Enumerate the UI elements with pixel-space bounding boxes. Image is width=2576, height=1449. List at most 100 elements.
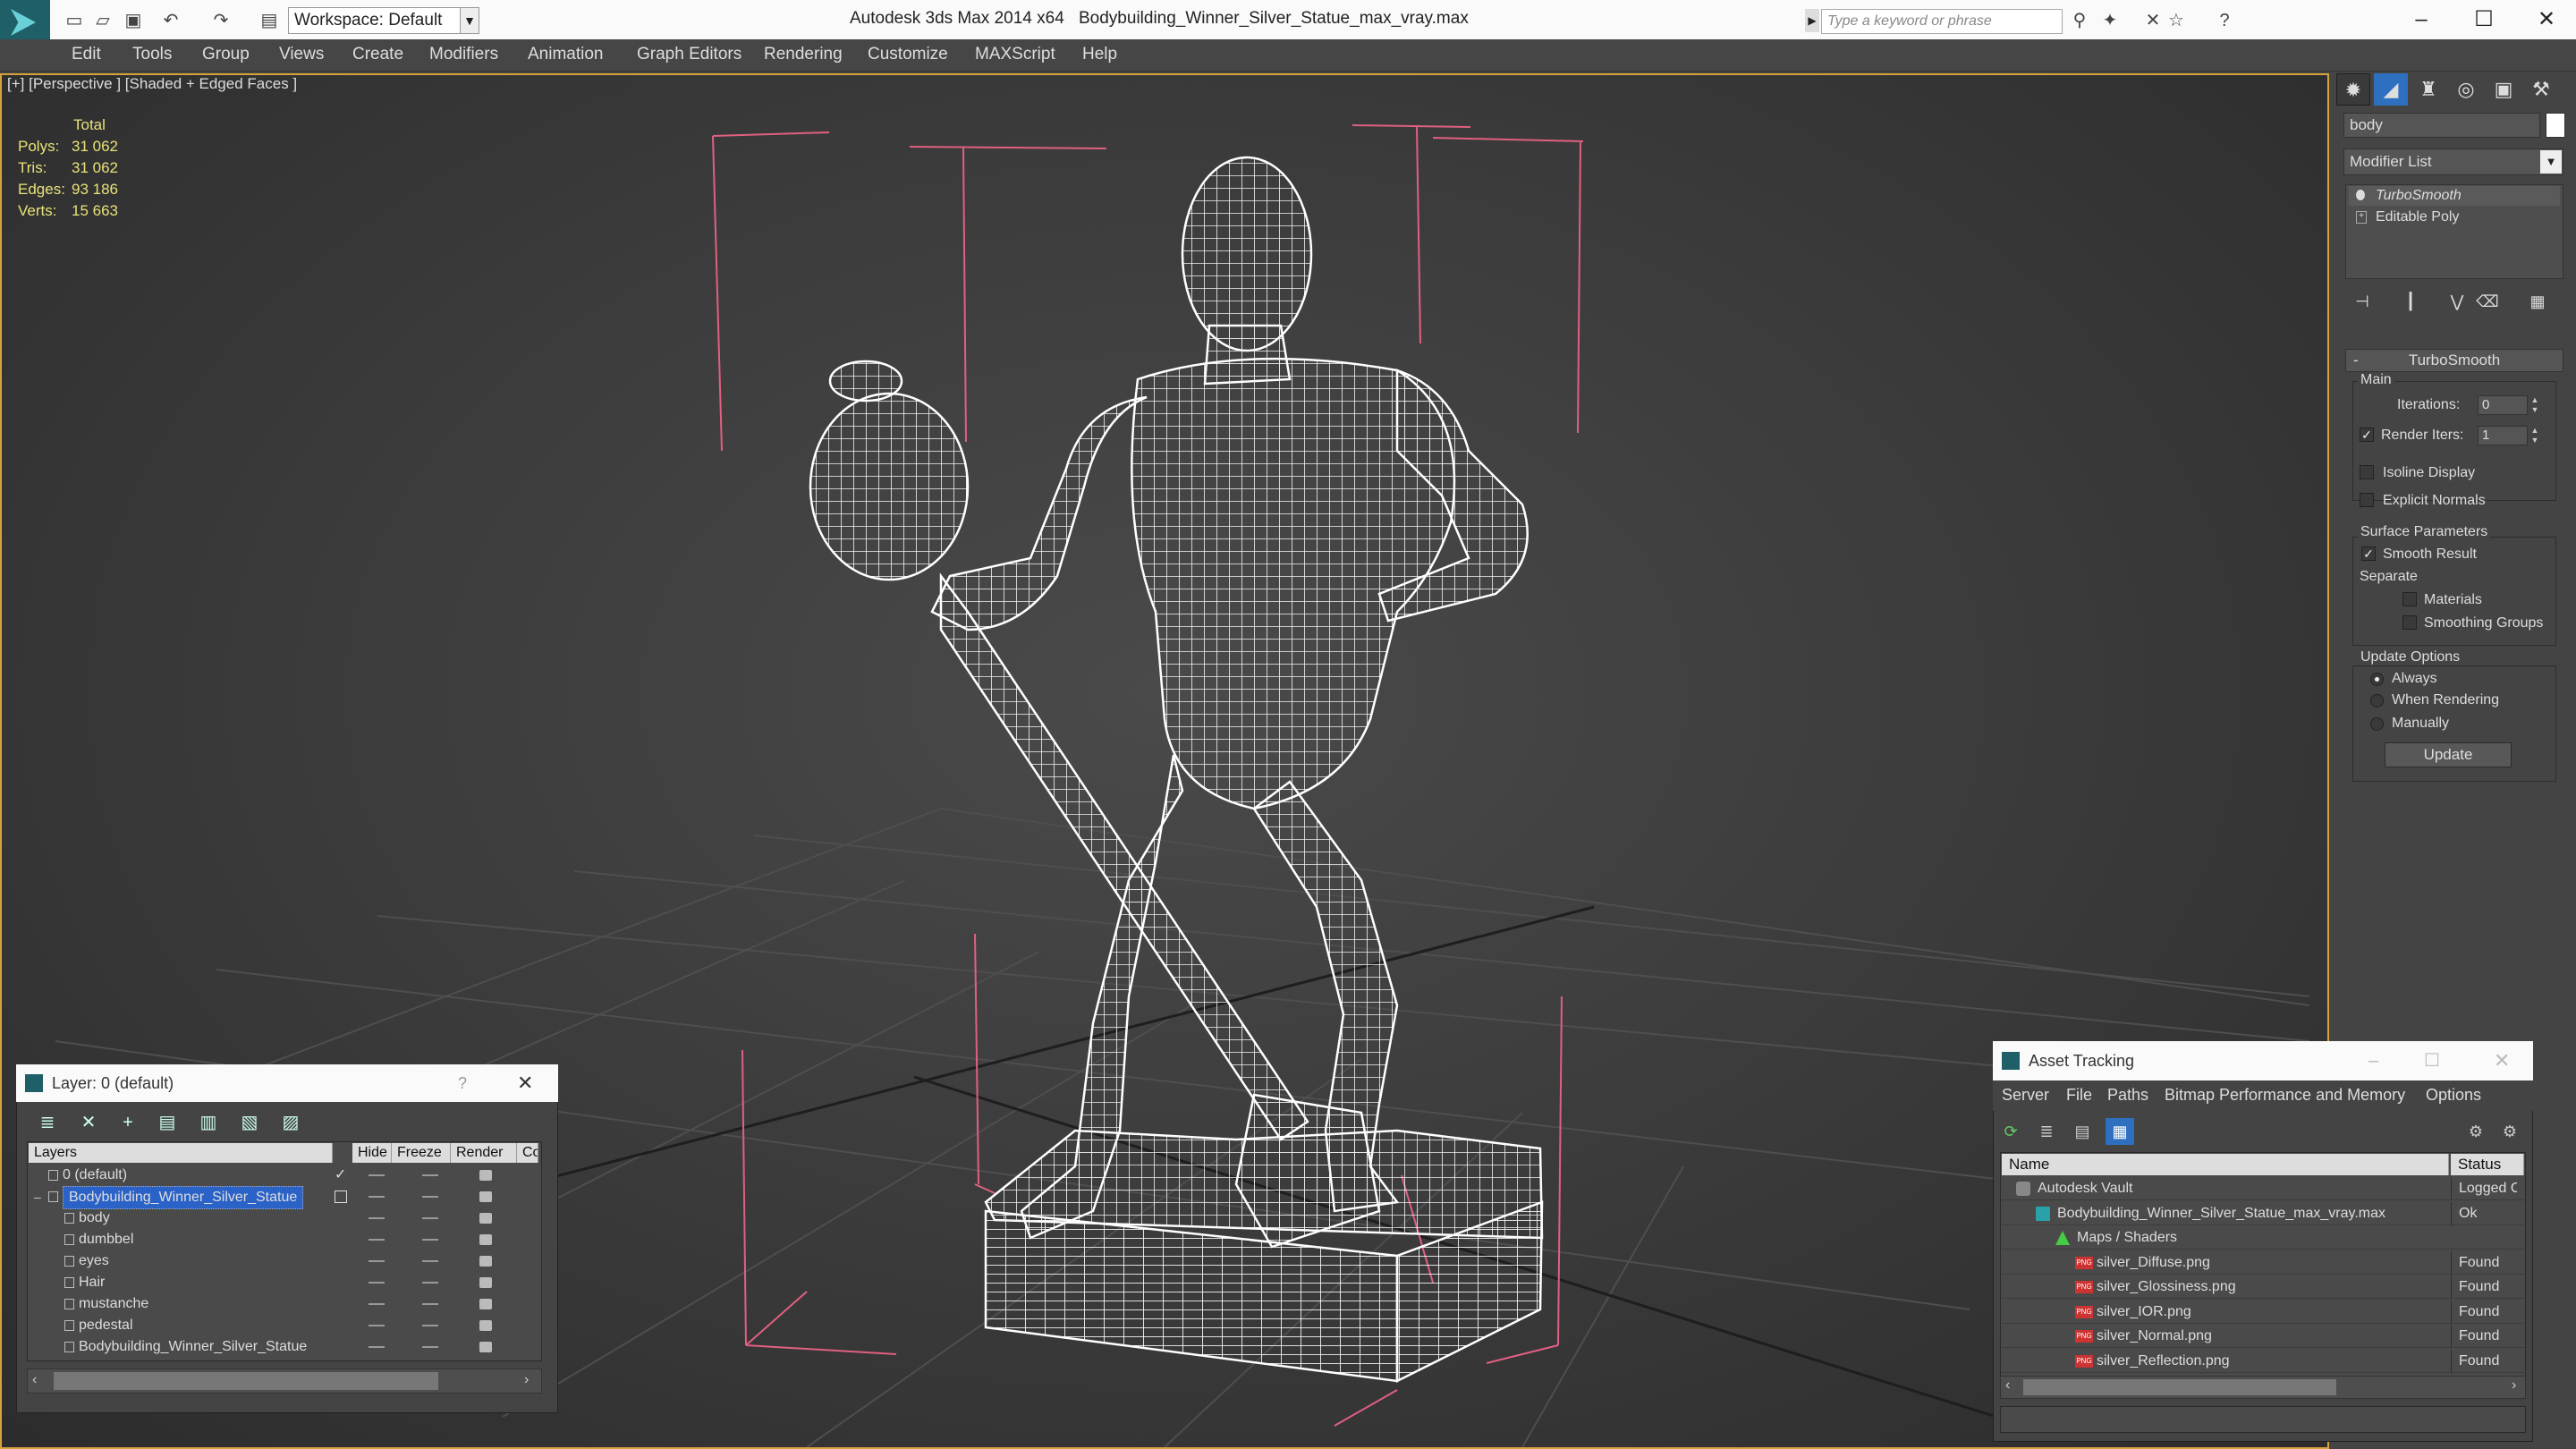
menu-tools[interactable]: Tools [132,45,172,64]
menu-edit[interactable]: Edit [72,45,101,64]
hide-all-icon[interactable]: ▧ [234,1109,265,1136]
asset-row[interactable]: Maps / Shaders [2002,1226,2524,1250]
close-icon[interactable]: ✕ [2494,1041,2510,1080]
vault-options-icon[interactable]: ⚙ [2496,1118,2524,1145]
freeze-toggle[interactable] [422,1174,438,1176]
create-layer-icon[interactable]: ≣ [32,1109,63,1136]
asset-row[interactable]: PNG silver_Glossiness.png Found [2002,1275,2524,1299]
scroll-left-icon[interactable]: ‹ [2005,1377,2010,1394]
when-rendering-radio[interactable] [2370,694,2384,708]
asset-path-field[interactable] [2000,1406,2526,1433]
configure-sets-icon[interactable]: ▦ [2524,288,2551,315]
iterations-spinner[interactable]: 0 [2478,395,2528,415]
minimize-icon[interactable]: – [2368,1041,2378,1080]
freeze-toggle[interactable] [422,1196,438,1198]
stack-item-editable-poly[interactable]: + Editable Poly [2349,208,2560,227]
freeze-toggle[interactable] [422,1325,438,1326]
render-iters-checkbox[interactable]: ✓ [2360,428,2374,442]
layer-row[interactable]: dumbbel [29,1229,538,1250]
hierarchy-tab-icon[interactable]: ♜ [2411,73,2445,106]
delete-layer-icon[interactable]: ✕ [73,1109,104,1136]
hide-toggle[interactable] [369,1346,385,1348]
scroll-right-icon[interactable]: › [2512,1377,2516,1394]
vault-connect-icon[interactable]: ⚙ [2462,1118,2490,1145]
hide-toggle[interactable] [369,1282,385,1284]
subscription-icon[interactable]: ✦ [2100,11,2120,30]
close-icon[interactable]: ✕ [517,1064,533,1102]
column-render[interactable]: Render [451,1143,517,1163]
menu-rendering[interactable]: Rendering [764,45,843,64]
layer-row[interactable]: Hair [29,1272,538,1293]
freeze-toggle[interactable] [422,1282,438,1284]
column-freeze[interactable]: Freeze [392,1143,451,1163]
render-teapot-icon[interactable] [479,1170,492,1181]
asset-menu-paths[interactable]: Paths [2107,1086,2148,1105]
explicit-normals-checkbox[interactable] [2360,493,2374,507]
menu-views[interactable]: Views [279,45,324,64]
smooth-result-checkbox[interactable]: ✓ [2361,547,2376,561]
layer-row[interactable]: body [29,1208,538,1229]
chevron-down-icon[interactable]: ▼ [460,7,479,34]
column-status[interactable]: Status [2451,1154,2524,1175]
highlight-layer-icon[interactable]: ▥ [193,1109,224,1136]
help-icon[interactable]: ? [458,1064,467,1102]
column-name[interactable]: Name [2002,1154,2449,1175]
column-color[interactable]: Co [517,1143,538,1163]
project-folder-icon[interactable]: ▤ [259,11,279,30]
spinner-arrows-icon[interactable]: ▲ ▼ [2529,395,2540,415]
asset-menu-server[interactable]: Server [2002,1086,2049,1105]
detail-view-icon[interactable]: ▤ [2068,1118,2097,1145]
turbosmooth-rollout-header[interactable]: - TurboSmooth [2345,349,2563,372]
hide-toggle[interactable] [369,1325,385,1326]
undo-icon[interactable]: ↶ [161,11,181,30]
asset-menu-file[interactable]: File [2066,1086,2092,1105]
viewport-label[interactable]: [+] [Perspective ] [Shaded + Edged Faces… [7,75,297,93]
layer-row[interactable]: eyes [29,1250,538,1272]
display-tab-icon[interactable]: ▣ [2487,73,2521,106]
utilities-tab-icon[interactable]: ⚒ [2524,73,2558,106]
render-teapot-icon[interactable] [479,1256,492,1267]
hide-toggle[interactable] [369,1217,385,1219]
object-color-swatch[interactable] [2546,113,2565,138]
workspace-select[interactable]: Workspace: Default [288,7,467,34]
remove-modifier-icon[interactable]: ⌫ [2474,288,2501,315]
freeze-toggle[interactable] [422,1346,438,1348]
asset-row[interactable]: PNG silver_IOR.png Found [2002,1300,2524,1324]
open-file-icon[interactable]: ▱ [93,11,113,30]
asset-menu-options[interactable]: Options [2426,1086,2481,1105]
scrollbar-thumb[interactable] [2023,1379,2336,1395]
render-teapot-icon[interactable] [479,1234,492,1245]
spinner-arrows-icon[interactable]: ▲ ▼ [2529,426,2540,445]
binoculars-icon[interactable]: ⚲ [2070,11,2089,30]
layer-row[interactable]: mustanche [29,1293,538,1315]
object-name-field[interactable]: body [2343,113,2540,138]
redo-icon[interactable]: ↷ [211,11,231,30]
render-teapot-icon[interactable] [479,1299,492,1309]
table-view-icon[interactable]: ▦ [2106,1118,2134,1145]
maximize-button[interactable]: ☐ [2462,5,2506,34]
layer-row[interactable]: Bodybuilding_Winner_Silver_Statue [29,1336,538,1358]
minimize-button[interactable]: – [2399,5,2444,34]
asset-row[interactable]: PNG silver_Normal.png Found [2002,1325,2524,1348]
help-icon[interactable]: ? [2215,11,2234,30]
menu-customize[interactable]: Customize [868,45,948,64]
freeze-all-icon[interactable]: ▨ [275,1109,306,1136]
favorites-icon[interactable]: ☆ [2166,11,2186,30]
menu-graph-editors[interactable]: Graph Editors [637,45,741,64]
list-view-icon[interactable]: ≣ [2032,1118,2061,1145]
render-teapot-icon[interactable] [479,1191,492,1202]
freeze-toggle[interactable] [422,1303,438,1305]
menu-animation[interactable]: Animation [528,45,604,64]
freeze-toggle[interactable] [422,1239,438,1241]
render-iters-spinner[interactable]: 1 [2478,426,2528,445]
make-unique-icon[interactable]: ⋁ [2444,288,2470,315]
collapse-icon[interactable]: – [34,1186,41,1208]
communication-center-icon[interactable]: ✕ [2143,11,2163,30]
hide-toggle[interactable] [369,1260,385,1262]
update-button[interactable]: Update [2385,742,2512,767]
render-teapot-icon[interactable] [479,1277,492,1288]
close-button[interactable]: ✕ [2524,5,2569,34]
hide-toggle[interactable] [369,1303,385,1305]
search-expand-icon[interactable]: ▶ [1805,9,1819,32]
chevron-down-icon[interactable]: ▼ [2540,150,2562,174]
